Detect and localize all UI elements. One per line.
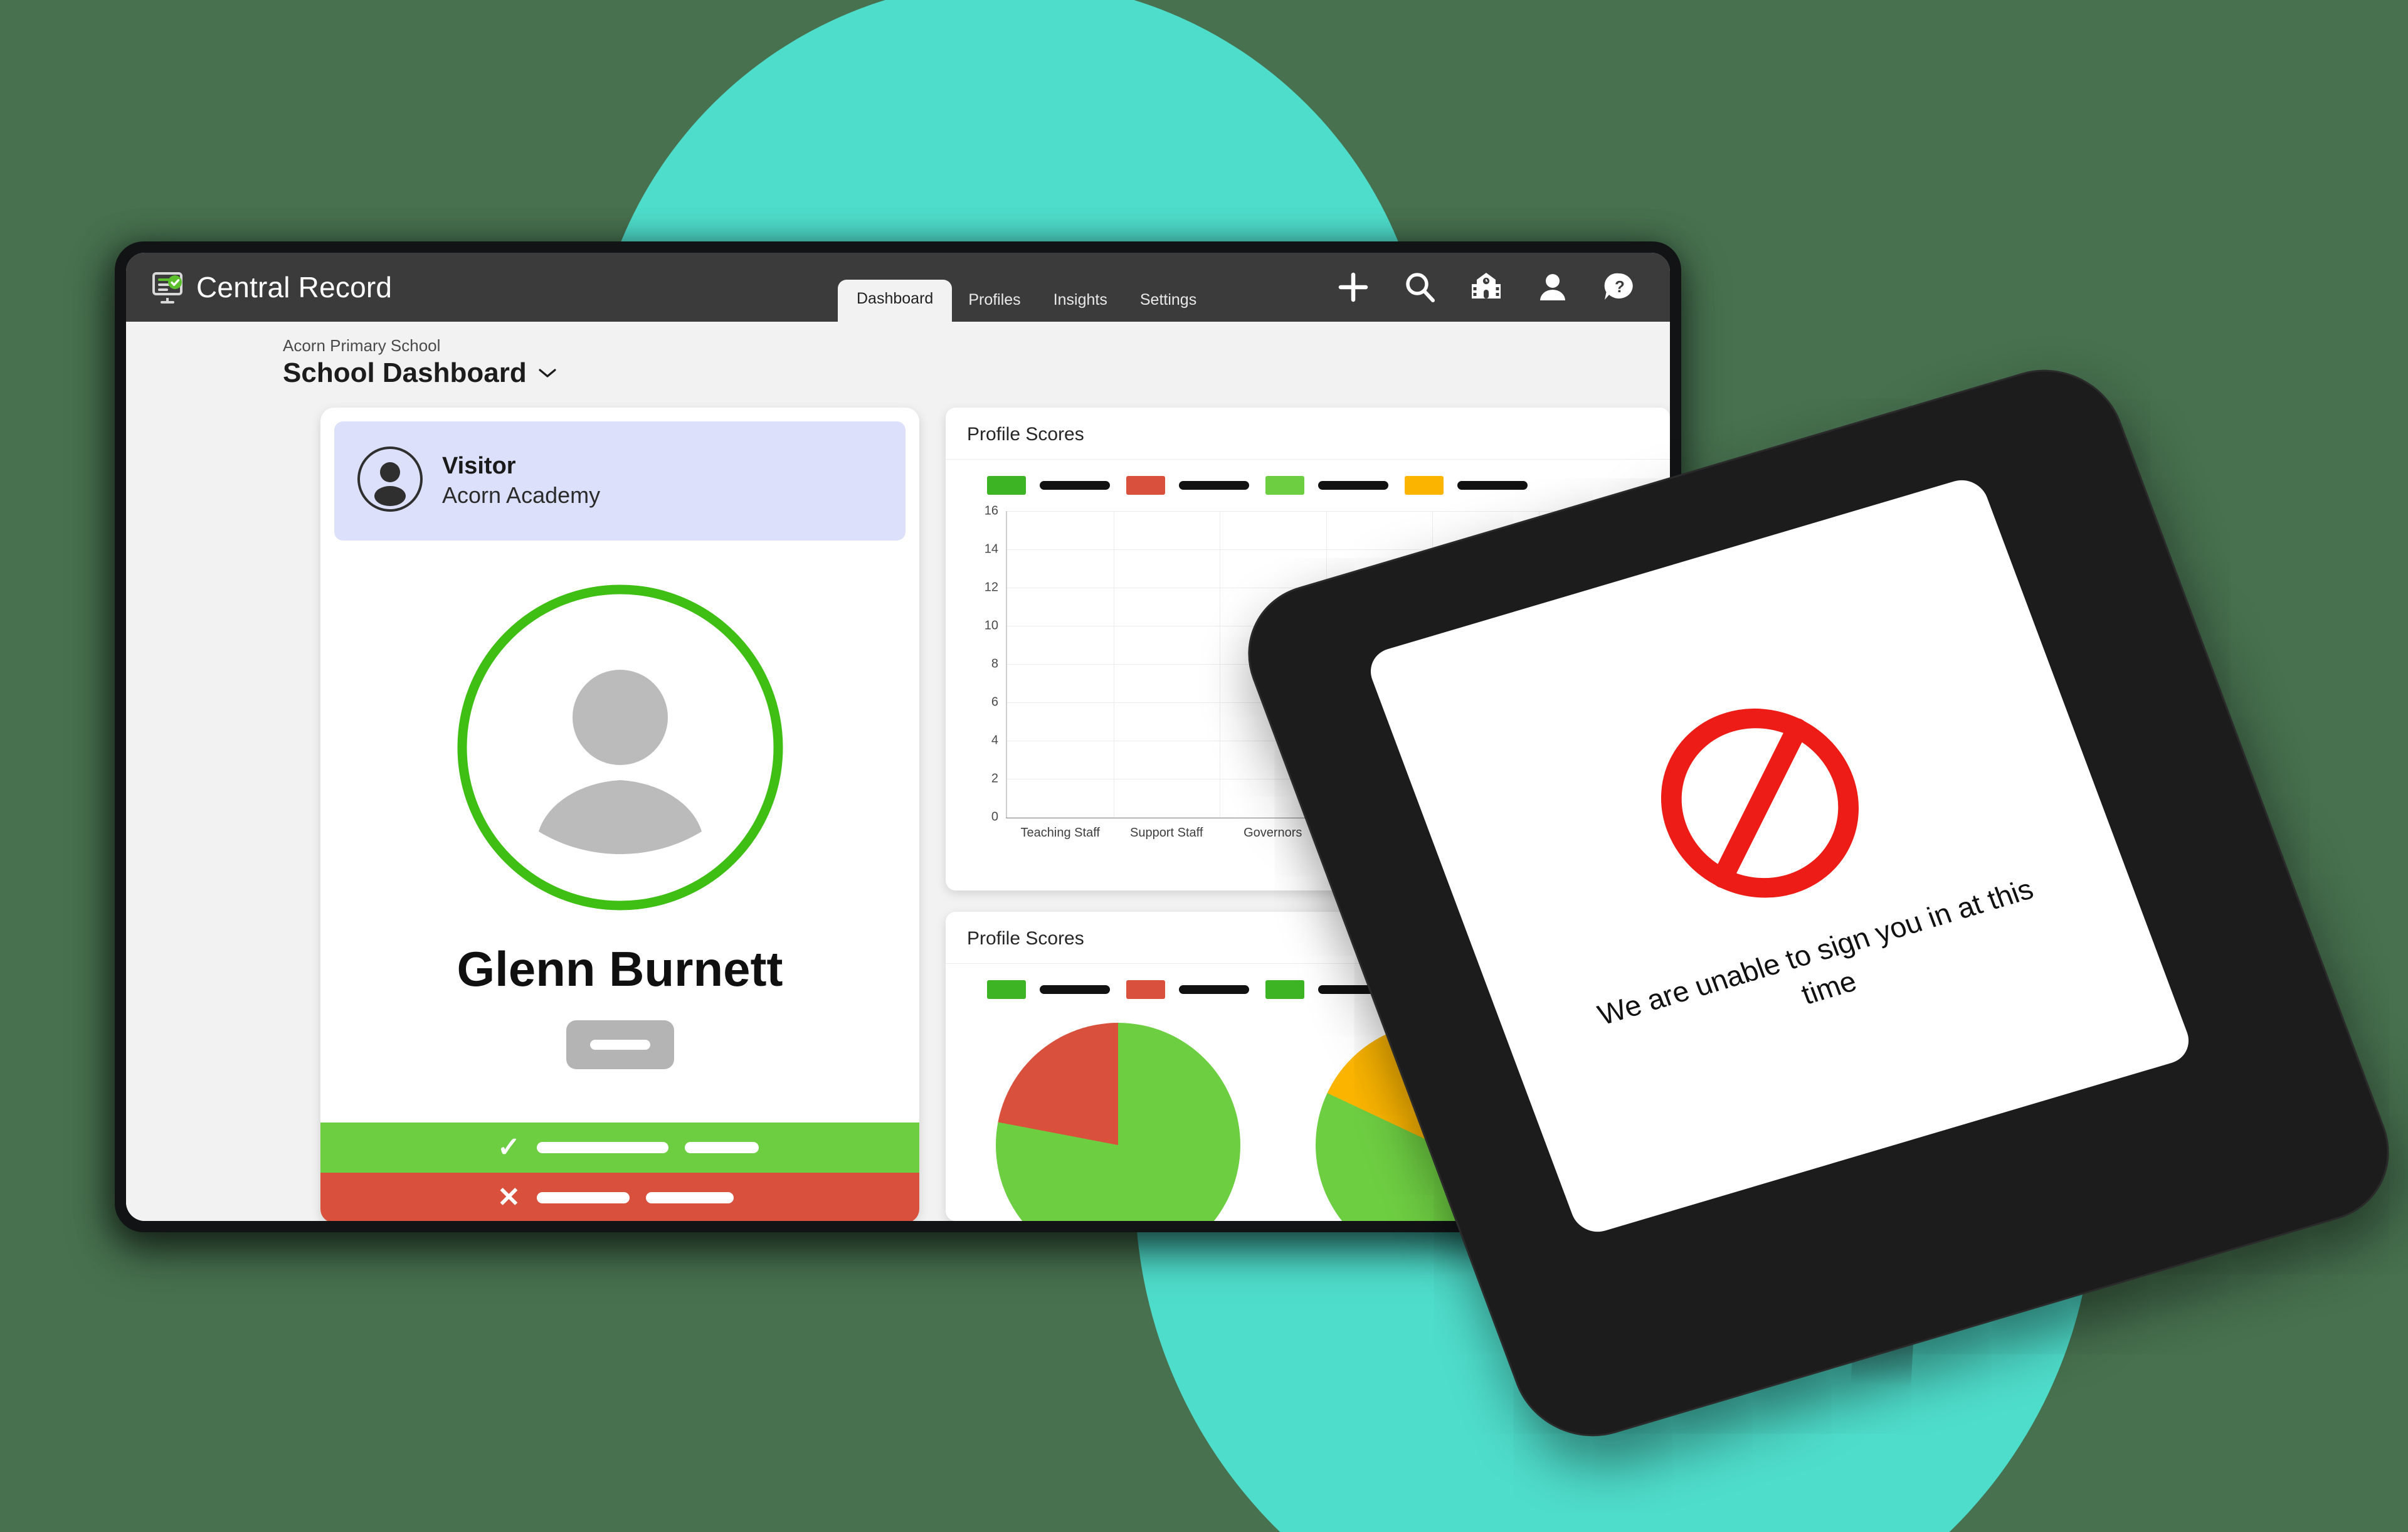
tab-profiles[interactable]: Profiles [952,282,1037,322]
y-axis-tick-label: 2 [991,771,998,785]
kiosk-message: We are unable to sign you in at this tim… [1593,872,2038,1032]
cross-icon: ✕ [497,1181,520,1213]
check-icon: ✓ [497,1131,520,1163]
legend-item [987,475,1110,495]
plus-icon[interactable] [1335,269,1371,305]
status-row-allowed: ✓ [320,1122,919,1173]
person-avatar-icon [451,578,789,917]
app-topbar: Central Record Dashboard Profiles Insigh… [126,253,1670,322]
bar-group: Support Staff [1114,511,1220,840]
person-icon[interactable] [1534,269,1571,305]
tab-dashboard[interactable]: Dashboard [838,280,953,322]
x-axis-tick-label: Governors [1244,825,1302,840]
person-outline-icon [356,445,425,517]
legend-item [987,980,1110,999]
redacted-text [536,1141,668,1153]
y-axis-tick-label: 8 [991,657,998,670]
page-title: School Dashboard [283,357,527,388]
y-axis-tick-label: 12 [984,580,998,594]
badge-body: Glenn Burnett [320,541,919,1123]
redacted-text [645,1191,734,1203]
legend-label-redacted [1040,985,1110,994]
legend-label-redacted [1040,480,1110,490]
legend-item [1126,475,1249,495]
badge-redacted-pill [566,1020,674,1069]
visitor-banner: Visitor Acorn Academy [334,421,906,541]
y-axis-tick-label: 6 [991,695,998,709]
chevron-down-icon[interactable] [538,367,557,379]
y-axis-tick-label: 4 [991,733,998,747]
search-icon[interactable] [1402,269,1438,305]
tab-insights[interactable]: Insights [1037,282,1124,322]
redacted-text [536,1191,630,1203]
legend-swatch [987,475,1026,495]
badge-holder-name: Glenn Burnett [457,941,783,996]
y-axis-tick-label: 10 [984,618,998,632]
app-brand: Central Record [150,270,392,305]
help-icon[interactable]: ? [1601,269,1637,305]
legend-swatch [1126,980,1165,999]
screenshot-stage: Central Record Dashboard Profiles Insigh… [0,0,2408,1532]
app-title: Central Record [196,271,393,304]
status-row-denied: ✕ [320,1172,919,1221]
pie-chart-left [996,1022,1240,1221]
primary-tabs: Dashboard Profiles Insights Settings [838,280,1213,322]
x-axis-tick-label: Support Staff [1130,825,1203,840]
legend-swatch [987,980,1026,999]
legend-swatch [1265,980,1304,999]
display-check-icon [150,270,185,305]
topbar-actions: ? [1335,269,1637,305]
breadcrumb: Acorn Primary School [283,336,441,355]
visitor-organisation: Acorn Academy [442,482,601,508]
legend-swatch [1126,475,1165,495]
no-entry-icon [1624,677,1896,929]
y-axis-tick-label: 14 [984,542,998,556]
x-axis-tick-label: Teaching Staff [1020,825,1100,840]
page-title-row[interactable]: School Dashboard [283,357,1670,389]
page-header: Acorn Primary School School Dashboard [126,322,1670,398]
legend-swatch [1265,475,1304,495]
visitor-role: Visitor [442,453,516,479]
bar-group: Teaching Staff [1007,511,1114,840]
redacted-text [684,1141,759,1153]
school-icon[interactable] [1468,269,1504,305]
y-axis-tick-label: 16 [984,504,998,517]
legend-item [1126,980,1249,999]
tab-settings[interactable]: Settings [1124,282,1213,322]
legend-label-redacted [1179,480,1249,490]
visitor-identity: Visitor Acorn Academy [442,453,600,509]
y-axis-tick-label: 0 [991,810,998,823]
legend-label-redacted [1179,985,1249,994]
svg-text:?: ? [1615,277,1625,296]
visitor-badge-card: Visitor Acorn Academy Glenn Burnett ✓ ✕ [320,407,919,1221]
kiosk-tablet: We are unable to sign you in at this tim… [1226,351,2408,1455]
